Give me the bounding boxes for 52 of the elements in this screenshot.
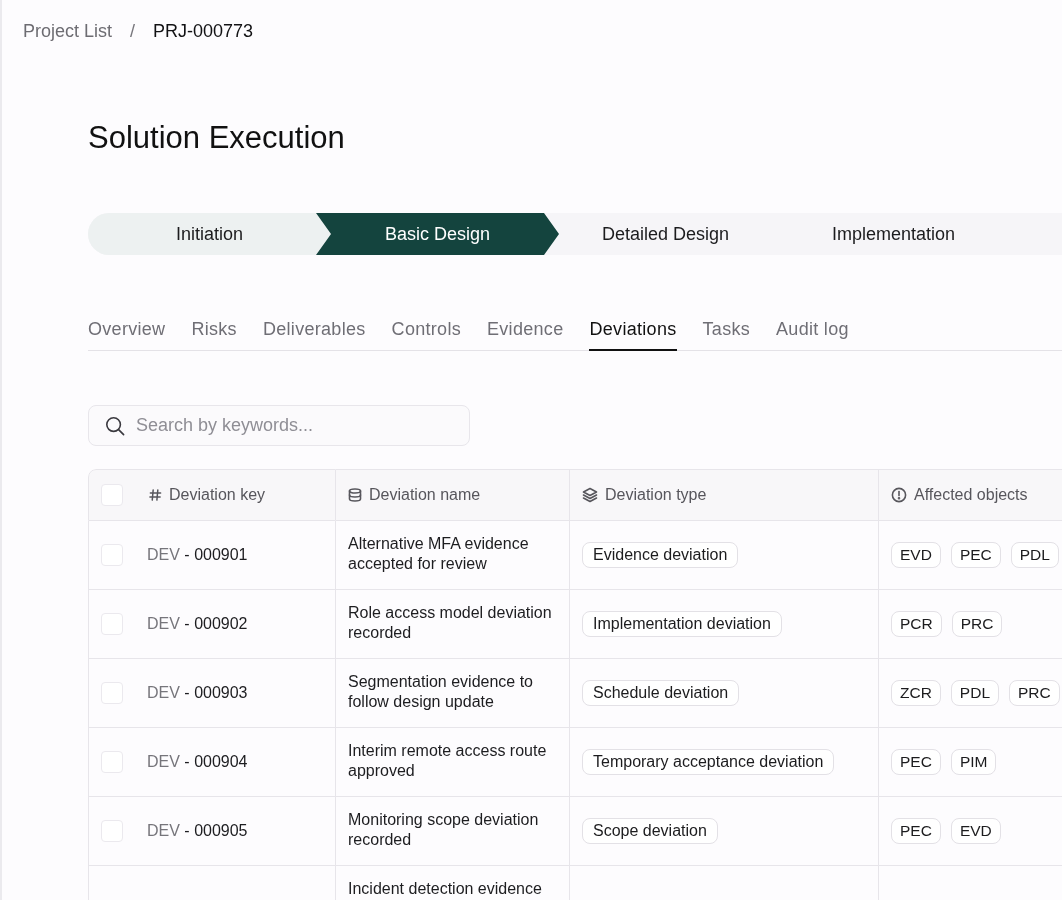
deviation-name: Role access model deviation recorded	[348, 603, 553, 643]
deviation-type-tag: Scope deviation	[582, 818, 718, 844]
search-icon	[105, 416, 125, 436]
deviation-key: DEV - 000904	[147, 750, 248, 774]
object-tag: PIM	[950, 749, 997, 775]
tab[interactable]: Overview	[88, 317, 166, 351]
object-tag: PDL	[1010, 542, 1059, 568]
object-tag: PRC	[1009, 680, 1060, 706]
tab[interactable]: Risks	[191, 317, 237, 351]
alert-circle-icon	[891, 487, 907, 503]
tab[interactable]: Audit log	[776, 317, 849, 351]
deviation-key: DEV - 000903	[147, 681, 248, 705]
breadcrumb-link[interactable]: Project List	[23, 19, 113, 43]
column-label: Affected objects	[914, 485, 1028, 505]
deviation-type-tag: Schedule deviation	[582, 680, 740, 706]
search-field[interactable]: Search by keywords...	[88, 405, 470, 446]
breadcrumb-current: PRJ-000773	[153, 20, 254, 43]
column-label: Deviation name	[369, 485, 481, 505]
deviation-key: DEV - 000905	[147, 819, 248, 843]
hash-icon	[149, 488, 162, 502]
column-label: Deviation type	[605, 485, 707, 505]
layers-icon	[582, 487, 598, 503]
deviation-key: DEV - 000901	[147, 543, 248, 567]
breadcrumb-separator: /	[130, 20, 136, 43]
deviation-key: DEV - 000902	[147, 612, 248, 636]
page-title: Solution Execution	[88, 119, 346, 157]
tab[interactable]: Deviations	[589, 317, 677, 351]
object-tag: EVD	[950, 818, 1001, 844]
object-tag: PDL	[950, 680, 999, 706]
object-tag: PEC	[891, 818, 941, 844]
object-tag: PRC	[951, 611, 1003, 637]
deviation-name: Alternative MFA evidence accepted for review	[348, 534, 530, 574]
column-label: Deviation key	[169, 485, 266, 505]
deviation-type-tag: Implementation deviation	[582, 611, 782, 637]
database-icon	[348, 487, 362, 503]
deviation-type-tag: Temporary acceptance deviation	[582, 749, 835, 775]
tab[interactable]: Evidence	[487, 317, 564, 351]
object-tag: PEC	[891, 749, 941, 775]
deviation-type-tag: Evidence deviation	[582, 542, 739, 568]
object-tag: PEC	[950, 542, 1001, 568]
tab[interactable]: Tasks	[702, 317, 751, 351]
object-tag: EVD	[891, 542, 941, 568]
deviation-name: Monitoring scope deviation recorded	[348, 810, 540, 850]
deviation-name: Segmentation evidence to follow design update	[348, 672, 534, 712]
deviation-name: Interim remote access route approved	[348, 741, 548, 781]
tab[interactable]: Deliverables	[262, 317, 366, 351]
stage-step: Initiation	[88, 213, 331, 255]
deviation-name: Incident detection evidence	[348, 879, 543, 899]
object-tag: ZCR	[891, 680, 941, 706]
object-tag: PCR	[891, 611, 942, 637]
stage-step: Basic Design	[316, 213, 559, 255]
tab[interactable]: Controls	[391, 317, 461, 351]
